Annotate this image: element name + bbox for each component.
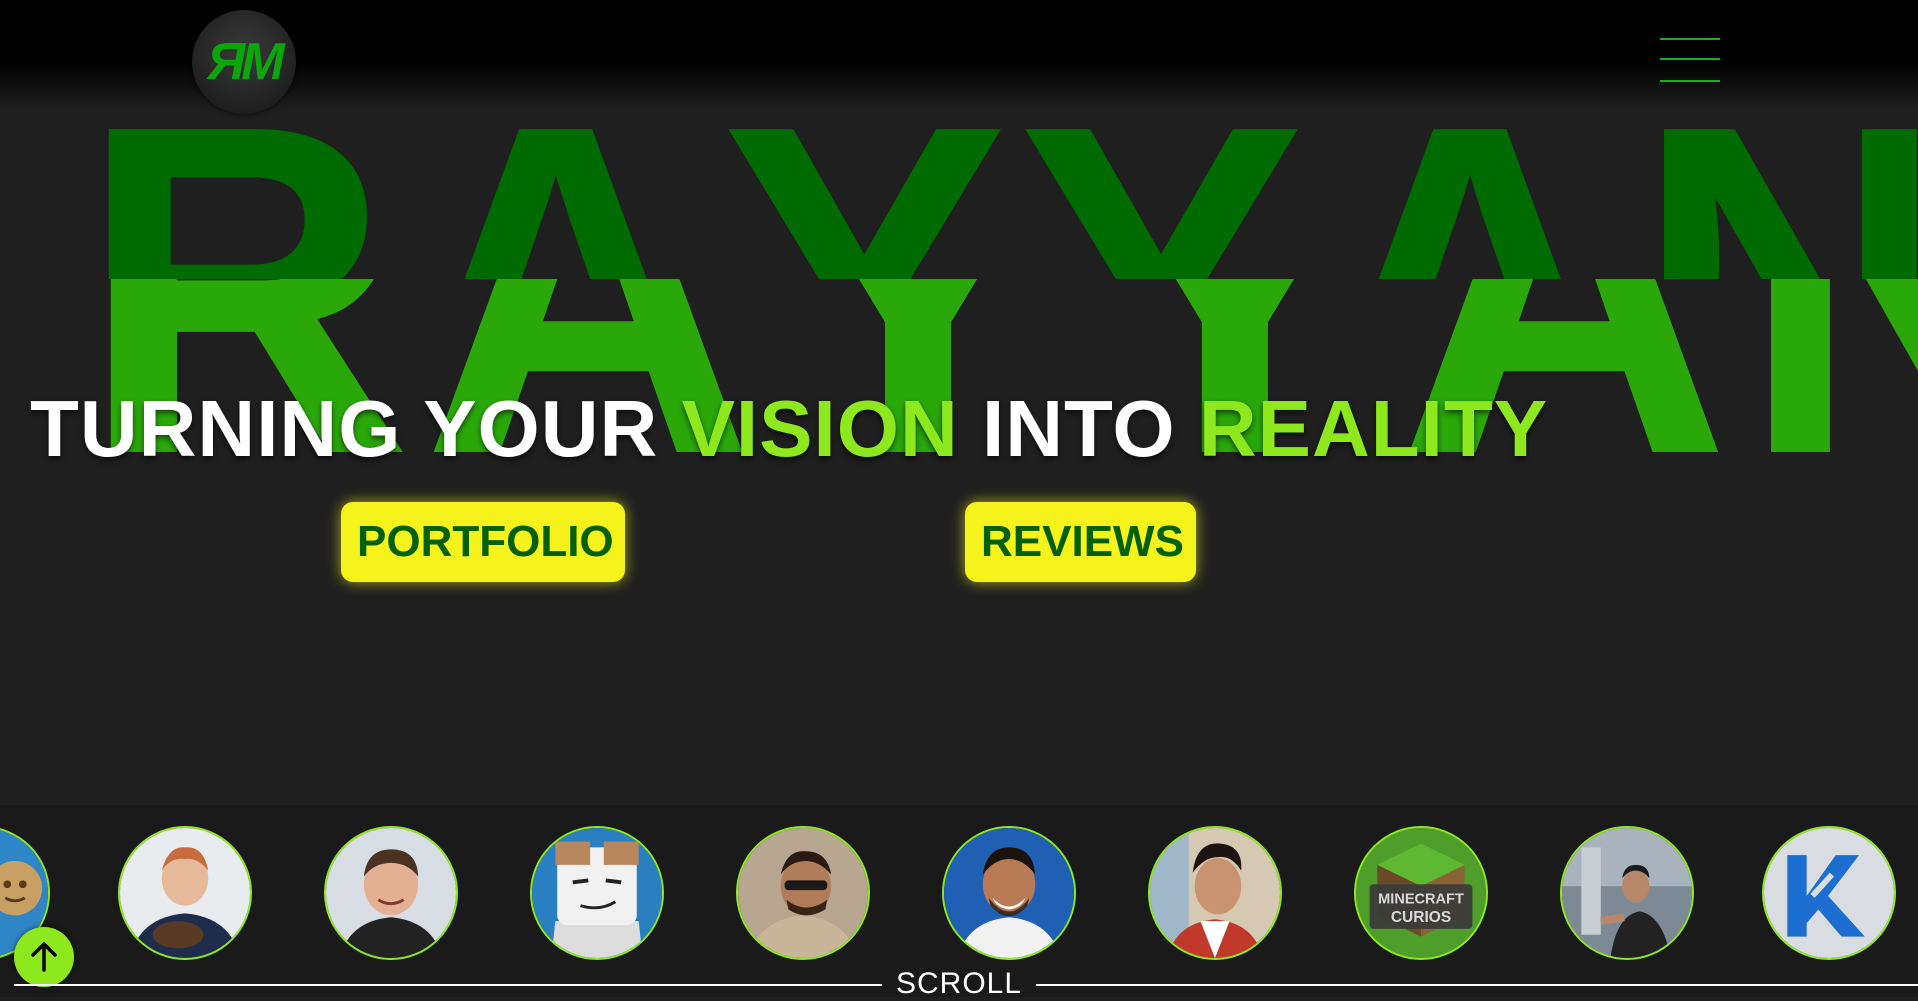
client-avatar-8-icon: MINECRAFT CURIOS [1356,828,1486,958]
logo-monogram: ЯM [207,33,284,91]
client-avatar-5[interactable] [736,826,870,960]
headline-accent: REALITY [1198,384,1549,473]
client-avatar-10[interactable] [1762,826,1896,960]
headline-part: INTO [958,384,1199,473]
scroll-indicator: SCROLL [0,965,1918,1000]
hamburger-menu-icon[interactable] [1660,38,1720,84]
client-avatar-9[interactable] [1560,826,1694,960]
bg-letter: A [1315,92,1636,279]
bg-letter: N [1740,279,1918,550]
bg-letter: R [80,92,401,279]
top-bar: ЯM [0,0,1918,114]
client-avatar-3[interactable] [324,826,458,960]
bg-letter: Y [1018,611,1315,661]
client-avatar-9-icon [1562,828,1692,958]
client-avatar-7[interactable] [1148,826,1282,960]
headline-part: TURNING YOUR [30,384,682,473]
bg-letter: N [1635,92,1918,279]
client-avatar-6[interactable] [942,826,1076,960]
menu-line [1660,58,1720,60]
brand-logo[interactable]: ЯM [192,10,296,114]
bg-letter: Y [1018,92,1315,279]
client-avatar-5-icon [738,828,868,958]
scroll-label: SCROLL [896,967,1023,1000]
client-avatar-2-icon [120,828,250,958]
bg-letter: R [80,611,401,661]
background-word-top: RAYYAN [0,92,1918,279]
scroll-divider [14,984,882,986]
bg-letter: A [1315,611,1636,661]
client-avatar-10-icon [1764,828,1894,958]
hero-headline: TURNING YOUR VISION INTO REALITY [30,383,1548,475]
client-avatar-8-label-line1: MINECRAFT [1378,892,1464,908]
background-word-bottom: RAYYAN [0,611,1918,771]
portfolio-button[interactable]: PORTFOLIO [341,502,625,582]
bg-letter: N [1635,611,1918,661]
client-avatar-6-icon [944,828,1074,958]
client-avatar-8[interactable]: MINECRAFT CURIOS [1354,826,1488,960]
menu-line [1660,80,1720,82]
client-avatar-4-icon [532,828,662,958]
background-word: RAYYAN [80,611,1918,661]
client-avatar-3-icon [326,828,456,958]
client-avatar-2[interactable] [118,826,252,960]
menu-line [1660,38,1720,40]
scroll-divider [1036,984,1918,986]
bg-letter: A [401,611,722,661]
bg-letter: Y [721,92,1018,279]
client-avatar-8-label-line2: CURIOS [1391,909,1451,926]
bg-letter: A [401,92,722,279]
client-avatar-7-icon [1150,828,1280,958]
headline-accent: VISION [681,384,959,473]
reviews-button[interactable]: REVIEWS [965,502,1196,582]
background-word: RAYYAN [80,92,1918,279]
bg-letter: Y [721,611,1018,661]
client-avatar-4[interactable] [530,826,664,960]
